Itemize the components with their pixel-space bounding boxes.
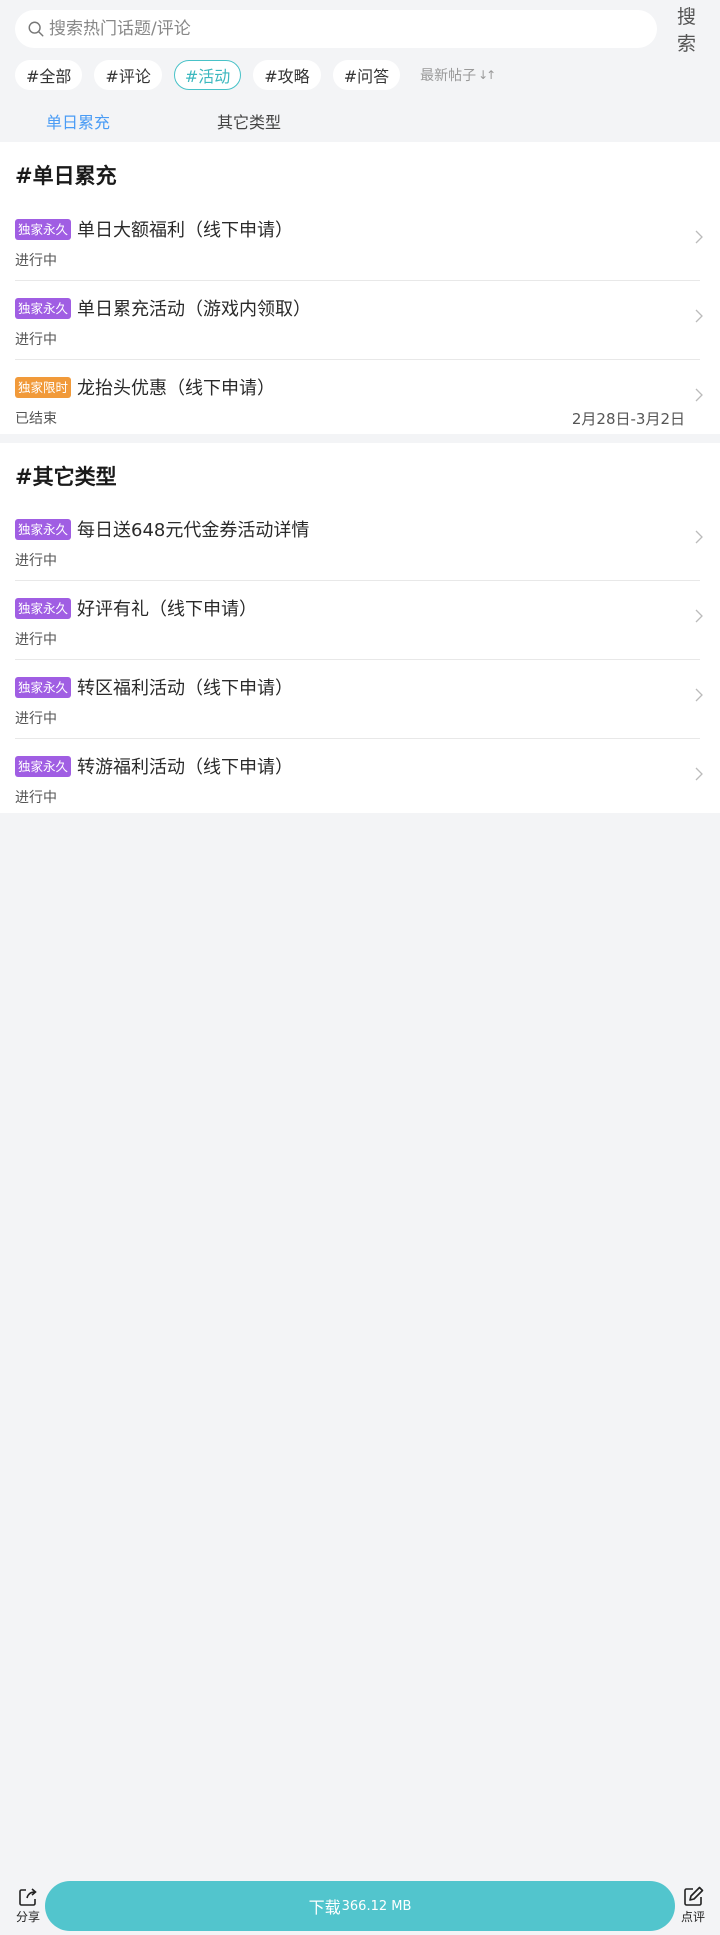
- list-item[interactable]: 独家永久 单日累充活动（游戏内领取） 进行中: [0, 281, 720, 360]
- search-button[interactable]: 搜索: [668, 2, 705, 56]
- download-label: 下载: [308, 1898, 341, 1917]
- chevron-right-icon: [695, 309, 703, 323]
- chevron-right-icon: [695, 767, 703, 781]
- download-button[interactable]: 下载 366.12 MB: [45, 1881, 675, 1931]
- tab-single-day-recharge[interactable]: 单日累充: [46, 109, 110, 133]
- bottom-action-bar: 分享 下载 366.12 MB 点评: [0, 1878, 720, 1935]
- chip-guides[interactable]: #攻略: [253, 60, 321, 90]
- item-title: 龙抬头优惠（线下申请）: [77, 378, 275, 399]
- badge-permanent: 独家永久: [15, 519, 72, 540]
- sort-arrows-icon: ↓↑: [478, 68, 496, 82]
- section-title: #其它类型: [15, 465, 117, 489]
- share-label: 分享: [15, 1910, 40, 1924]
- section-other-types: #其它类型 独家永久 每日送648元代金券活动详情 进行中 独家永久 好评有礼（…: [0, 443, 720, 813]
- chevron-right-icon: [695, 230, 703, 244]
- chevron-right-icon: [695, 530, 703, 544]
- chevron-right-icon: [695, 688, 703, 702]
- chip-activities[interactable]: #活动: [173, 60, 242, 90]
- badge-permanent: 独家永久: [15, 298, 72, 319]
- chevron-right-icon: [695, 609, 703, 623]
- list-item[interactable]: 独家永久 单日大额福利（线下申请） 进行中: [0, 202, 720, 281]
- badge-permanent: 独家永久: [15, 756, 72, 777]
- list-item[interactable]: 独家永久 转区福利活动（线下申请） 进行中: [0, 660, 720, 739]
- chip-all[interactable]: #全部: [15, 60, 83, 90]
- share-button[interactable]: 分享: [8, 1886, 48, 1934]
- badge-limited-time: 独家限时: [15, 377, 72, 398]
- category-tabs: 单日累充 其它类型: [0, 100, 720, 142]
- section-single-day-recharge: #单日累充 独家永久 单日大额福利（线下申请） 进行中 独家永久 单日累充活动（…: [0, 142, 720, 434]
- share-icon: [19, 1888, 37, 1906]
- sort-label: 最新帖子: [420, 68, 477, 84]
- search-input[interactable]: [49, 19, 609, 39]
- list-item[interactable]: 独家永久 好评有礼（线下申请） 进行中: [0, 581, 720, 660]
- search-icon: [28, 21, 44, 37]
- item-title: 好评有礼（线下申请）: [77, 599, 257, 620]
- item-status: 进行中: [15, 332, 57, 348]
- item-status: 已结束: [15, 411, 57, 427]
- sort-toggle[interactable]: 最新帖子 ↓↑: [420, 65, 496, 85]
- badge-permanent: 独家永久: [15, 598, 72, 619]
- item-status: 进行中: [15, 711, 57, 727]
- chip-qa[interactable]: #问答: [332, 60, 401, 90]
- item-title: 每日送648元代金券活动详情: [77, 520, 310, 541]
- item-title: 单日累充活动（游戏内领取）: [77, 299, 311, 320]
- item-title: 转游福利活动（线下申请）: [77, 757, 293, 778]
- item-status: 进行中: [15, 253, 57, 269]
- item-status: 进行中: [15, 790, 57, 806]
- item-date-range: 2月28日-3月2日: [571, 410, 685, 428]
- search-bar: 搜索: [0, 0, 720, 58]
- item-status: 进行中: [15, 632, 57, 648]
- badge-permanent: 独家永久: [15, 677, 72, 698]
- item-title: 转区福利活动（线下申请）: [77, 678, 293, 699]
- download-size: 366.12 MB: [341, 1898, 412, 1914]
- item-status: 进行中: [15, 553, 57, 569]
- item-title: 单日大额福利（线下申请）: [77, 220, 293, 241]
- list-item[interactable]: 独家限时 龙抬头优惠（线下申请） 已结束 2月28日-3月2日: [0, 360, 720, 439]
- tab-other-types[interactable]: 其它类型: [217, 109, 281, 133]
- edit-icon: [684, 1886, 704, 1906]
- list-item[interactable]: 独家永久 转游福利活动（线下申请） 进行中: [0, 739, 720, 818]
- badge-permanent: 独家永久: [15, 219, 72, 240]
- topic-filter-chips: #全部 #评论 #活动 #攻略 #问答 最新帖子 ↓↑: [15, 59, 496, 91]
- section-title: #单日累充: [15, 164, 117, 188]
- chip-comments[interactable]: #评论: [94, 60, 162, 90]
- review-label: 点评: [680, 1910, 705, 1924]
- list-item[interactable]: 独家永久 每日送648元代金券活动详情 进行中: [0, 502, 720, 581]
- chevron-right-icon: [695, 388, 703, 402]
- review-button[interactable]: 点评: [673, 1886, 713, 1934]
- search-box[interactable]: [15, 10, 657, 48]
